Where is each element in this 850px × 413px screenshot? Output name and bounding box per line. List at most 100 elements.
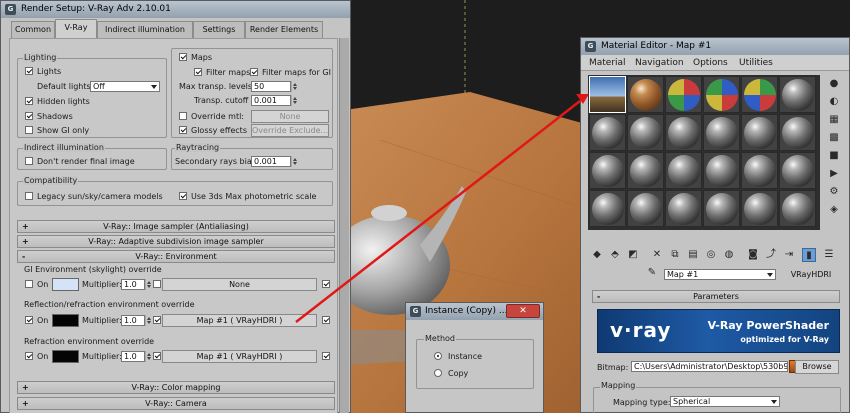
gi-env-map-button[interactable]: None [162,278,317,291]
backlight-icon[interactable]: ◐ [827,95,841,109]
video-color-check-icon[interactable]: ■ [827,149,841,163]
refl-env-color-swatch[interactable] [52,314,79,327]
max-transp-spinner-arrows[interactable] [291,81,297,92]
sample-slot-12[interactable] [779,114,816,151]
tab-render-elements[interactable]: Render Elements [245,21,323,38]
sample-slot-10[interactable] [703,114,740,151]
sample-slot-9[interactable] [665,114,702,151]
refr-multiplier-input[interactable]: 1.0 [121,351,145,362]
refl-multiplier-arrows[interactable] [145,315,151,326]
copy-radio[interactable] [434,369,442,377]
refr-multiplier-arrows[interactable] [145,351,151,362]
shadows-checkbox[interactable] [25,112,33,120]
select-by-material-icon[interactable]: ◈ [827,203,841,217]
tab-common[interactable]: Common [11,21,55,38]
uv-tiling-icon[interactable]: ▩ [827,131,841,145]
refr-env-color-swatch[interactable] [52,350,79,363]
lights-checkbox[interactable] [25,67,33,75]
hidden-lights-checkbox[interactable] [25,97,33,105]
material-id-icon[interactable]: ◎ [704,248,718,262]
refl-env-map-enabled-checkbox[interactable] [322,316,330,324]
parameters-rollout[interactable]: - Parameters [592,290,840,303]
put-to-library-icon[interactable]: ▤ [686,248,700,262]
gi-env-color-swatch[interactable] [52,278,79,291]
override-mtl-button[interactable]: None [251,110,329,123]
sample-slot-13[interactable] [589,152,626,189]
make-preview-icon[interactable]: ▶ [827,167,841,181]
refl-env-on-checkbox[interactable] [25,316,33,324]
sample-slot-hdri[interactable] [589,76,626,113]
refl-map-checkbox[interactable] [153,316,161,324]
menu-material[interactable]: Material [589,58,626,68]
get-material-icon[interactable]: ◆ [590,248,604,262]
refr-env-map-button[interactable]: Map #1 ( VRayHDRI ) [162,350,317,363]
sample-slot-16[interactable] [703,152,740,189]
sample-slot-23[interactable] [741,190,778,227]
rollout-adaptive-sampler[interactable]: + V-Ray:: Adaptive subdivision image samp… [17,235,335,248]
maps-checkbox[interactable] [179,53,187,61]
bitmap-path-input[interactable]: C:\Users\Administrator\Desktop\530b9350 [631,361,788,372]
refr-map-checkbox[interactable] [153,352,161,360]
legacy-models-checkbox[interactable] [25,192,33,200]
sample-slot-6[interactable] [779,76,816,113]
glossy-effects-checkbox[interactable] [179,126,187,134]
sample-slot-7[interactable] [589,114,626,151]
make-unique-icon[interactable]: ⧉ [668,248,682,262]
go-forward-icon[interactable]: ⇥ [782,248,796,262]
max-transp-levels-input[interactable]: 50 [251,81,291,92]
background-icon[interactable]: ▦ [827,113,841,127]
refr-env-map-enabled-checkbox[interactable] [322,352,330,360]
rollout-image-sampler[interactable]: + V-Ray:: Image sampler (Antialiasing) [17,220,335,233]
sample-slot-checker-1[interactable] [665,76,702,113]
sample-slot-20[interactable] [627,190,664,227]
refr-env-on-checkbox[interactable] [25,352,33,360]
material-editor-titlebar[interactable]: G Material Editor - Map #1 [581,38,849,55]
tab-settings[interactable]: Settings [193,21,245,38]
sample-slot-11[interactable] [741,114,778,151]
menu-options[interactable]: Options [693,58,728,68]
rollout-environment[interactable]: - V-Ray:: Environment [17,250,335,263]
photometric-scale-checkbox[interactable] [179,192,187,200]
browse-button[interactable]: Browse [795,360,839,374]
sample-slot-19[interactable] [589,190,626,227]
map-name-field[interactable]: Map #1 [664,269,776,280]
eyedropper-icon[interactable]: ✎ [645,266,659,280]
rollout-camera[interactable]: + V-Ray:: Camera [17,397,335,410]
pick-material-icon[interactable]: ▮ [802,248,816,262]
menu-utilities[interactable]: Utilities [739,58,773,68]
assign-to-selection-icon[interactable]: ◩ [626,248,640,262]
sample-type-icon[interactable]: ● [827,77,841,91]
options-icon[interactable]: ⚙ [827,185,841,199]
navigator-icon[interactable]: ☰ [822,248,836,262]
transp-cutoff-input[interactable]: 0.001 [251,95,291,106]
sample-slot-22[interactable] [703,190,740,227]
render-setup-scrollbar[interactable] [339,38,349,413]
rollout-color-mapping[interactable]: + V-Ray:: Color mapping [17,381,335,394]
refl-env-map-button[interactable]: Map #1 ( VRayHDRI ) [162,314,317,327]
tab-vray[interactable]: V-Ray [55,19,97,38]
show-end-result-icon[interactable]: ◙ [746,248,760,262]
default-lights-dropdown[interactable]: Off [90,81,160,92]
gi-env-on-checkbox[interactable] [25,280,33,288]
filter-maps-checkbox[interactable] [194,68,202,76]
sample-slot-14[interactable] [627,152,664,189]
menu-navigation[interactable]: Navigation [635,58,684,68]
transp-cutoff-spinner-arrows[interactable] [291,95,297,106]
put-to-scene-icon[interactable]: ⬘ [608,248,622,262]
close-button[interactable]: ✕ [506,304,540,318]
go-to-parent-icon[interactable]: ⤴ [764,248,778,262]
gi-env-map-enabled-checkbox[interactable] [322,280,330,288]
show-gi-only-checkbox[interactable] [25,126,33,134]
show-shaded-icon[interactable]: ◍ [722,248,736,262]
viewport[interactable]: G Render Setup: V-Ray Adv 2.10.01 Common… [0,0,850,413]
render-setup-titlebar[interactable]: G Render Setup: V-Ray Adv 2.10.01 [1,1,350,18]
tab-indirect-illumination[interactable]: Indirect illumination [97,21,193,38]
sample-slot-8[interactable] [627,114,664,151]
refl-multiplier-input[interactable]: 1.0 [121,315,145,326]
gi-multiplier-input[interactable]: 1.0 [121,279,145,290]
mapping-type-dropdown[interactable]: Spherical [670,396,780,407]
sample-slot-24[interactable] [779,190,816,227]
instance-radio[interactable] [434,352,442,360]
dont-render-final-checkbox[interactable] [25,157,33,165]
sample-slot-21[interactable] [665,190,702,227]
